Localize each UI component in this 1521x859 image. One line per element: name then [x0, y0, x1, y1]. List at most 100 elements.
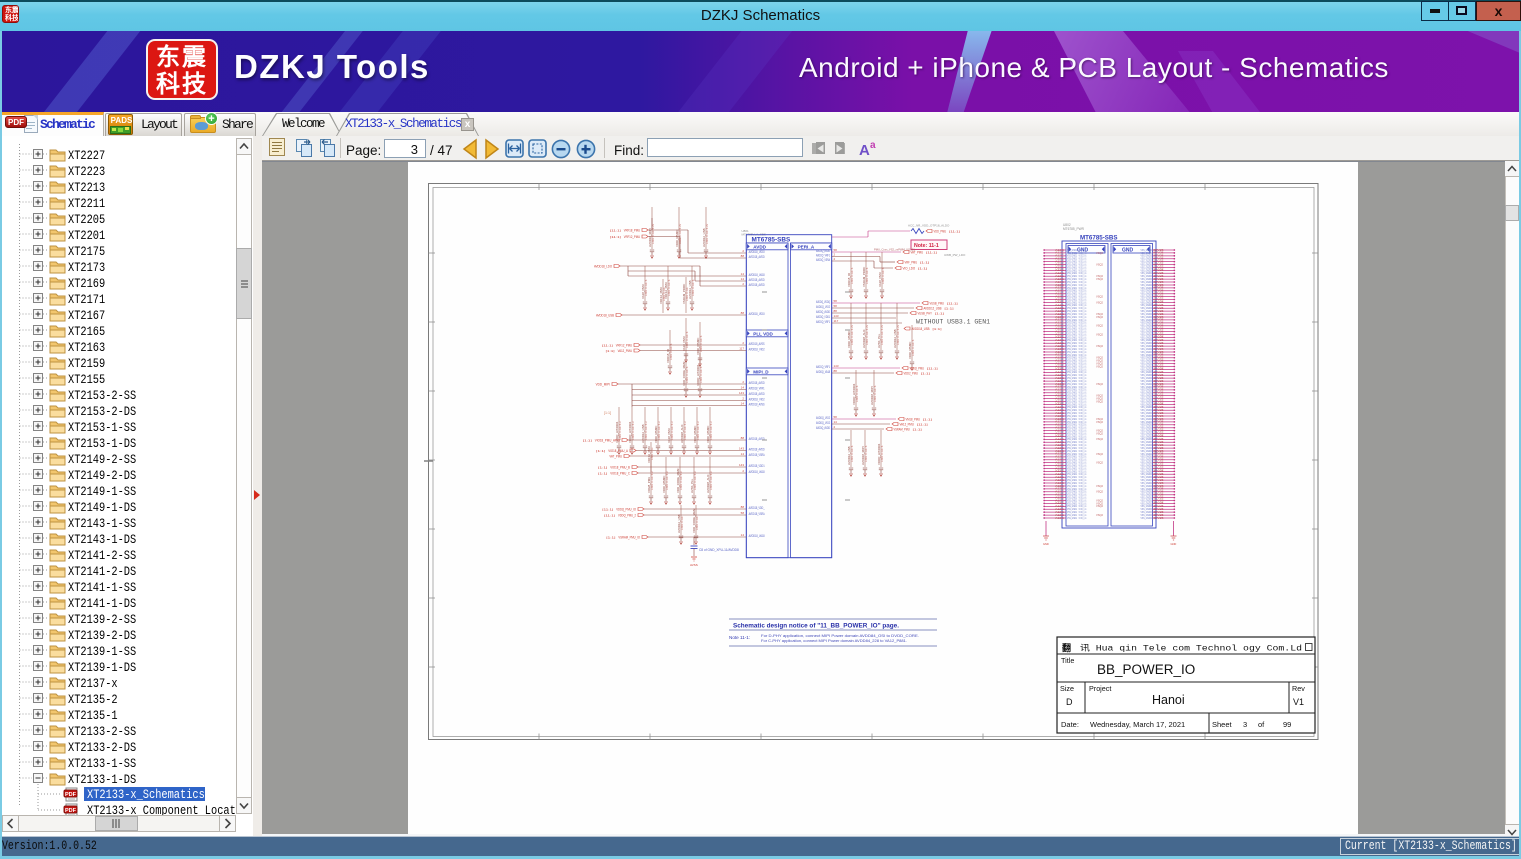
svg-text:143: 143 [834, 364, 839, 368]
svg-text:C801 0.1uF 6.3: C801 0.1uF 6.3 [709, 421, 713, 440]
svg-text:XT2137-x: XT2137-x [68, 677, 118, 691]
svg-text:WITHOUT USB3.1 GEN1: WITHOUT USB3.1 GEN1 [916, 319, 990, 326]
svg-text:VDD_MIPI: VDD_MIPI [596, 383, 610, 387]
svg-text:XT2143-1-DS: XT2143-1-DS [68, 533, 136, 547]
svg-text:AVSS: AVSS [690, 563, 698, 567]
svg-text:[11:1]: [11:1] [917, 423, 928, 427]
svg-text:C801 0.1uF 6.3: C801 0.1uF 6.3 [693, 471, 697, 490]
svg-text:C801 0.1uF 6.3: C801 0.1uF 6.3 [670, 421, 674, 440]
svg-text:2: 2 [742, 397, 744, 401]
svg-text:C801 0.1uF 6.: C801 0.1uF 6. [881, 267, 885, 284]
svg-text:[11:1]: [11:1] [604, 514, 615, 518]
svg-text:AVDD18_VA18: AVDD18_VA18 [749, 470, 765, 474]
svg-text:AVDD18_AVSS: AVDD18_AVSS [749, 403, 766, 407]
svg-text:AVDDQ_VIO2: AVDDQ_VIO2 [816, 421, 830, 425]
svg-text:XT2133-x_Schematics: XT2133-x_Schematics [87, 788, 205, 802]
svg-text:AVDDQ_VA18: AVDDQ_VA18 [816, 370, 830, 374]
svg-text:3: 3 [1243, 720, 1247, 729]
svg-text:C801 0.1uF 6.3V: C801 0.1uF 6.3V [865, 324, 869, 345]
svg-text:Date:: Date: [1061, 720, 1079, 729]
svg-text:AVDD18_VA18: AVDD18_VA18 [749, 534, 765, 538]
svg-text:143: 143 [739, 391, 744, 395]
svg-text:AVDD18_AVDD: AVDD18_AVDD [749, 283, 765, 287]
svg-text:[11:1]: [11:1] [927, 367, 938, 371]
svg-text:88: 88 [741, 311, 745, 315]
svg-text:58: 58 [834, 304, 838, 308]
svg-text:VSQ2: VSQ2 [1096, 504, 1104, 508]
svg-text:VSQ2: VSQ2 [1096, 431, 1104, 435]
svg-text:2: 2 [742, 249, 744, 253]
svg-text:58: 58 [834, 248, 838, 252]
svg-text:XT2139-2-SS: XT2139-2-SS [68, 613, 136, 627]
svg-text:C801 0.1uF 6.: C801 0.1uF 6. [911, 339, 915, 356]
svg-text:VDDQ_PMU_2: VDDQ_PMU_2 [618, 514, 636, 518]
svg-text:VSRAM_PMU: VSRAM_PMU [894, 428, 911, 432]
svg-text:D: D [1066, 697, 1073, 707]
svg-text:VSQ2: VSQ2 [1096, 399, 1104, 403]
svg-text:XT2165: XT2165 [68, 325, 105, 339]
svg-text:C801 0.1uF 6.: C801 0.1uF 6. [699, 335, 703, 352]
svg-text:VM18_PMU: VM18_PMU [906, 418, 921, 422]
svg-text:AVDD18_USB: AVDD18_USB [912, 327, 931, 331]
svg-text:C801 0.1uF 6.3: C801 0.1uF 6.3 [631, 421, 635, 440]
svg-text:88: 88 [741, 254, 745, 258]
svg-text:[1:1]: [1:1] [918, 267, 927, 271]
svg-text:AVDD18_VDDI: AVDD18_VDDI [749, 312, 765, 316]
svg-text:VSQ2: VSQ2 [1096, 382, 1104, 386]
svg-text:143: 143 [739, 447, 744, 451]
svg-text:AVDD18_AVDD: AVDD18_AVDD [749, 381, 765, 385]
svg-text:XT2143-1-SS: XT2143-1-SS [68, 517, 136, 531]
svg-text:AVDD18_VSRA: AVDD18_VSRA [749, 453, 766, 457]
svg-text:XT2163: XT2163 [68, 341, 105, 355]
svg-text:14: 14 [834, 420, 838, 424]
svg-text:AVDDQ_AVDD: AVDDQ_AVDD [816, 310, 830, 314]
svg-text:VSQ2: VSQ2 [1096, 251, 1104, 255]
svg-text:C801 0.1uF: C801 0.1uF [685, 287, 689, 301]
svg-text:AVDD18_LDO: AVDD18_LDO [594, 265, 612, 269]
svg-text:XT2155: XT2155 [68, 373, 105, 387]
svg-text:XT2171: XT2171 [68, 293, 105, 307]
svg-text:VDDQ_PMU: VDDQ_PMU [910, 367, 925, 371]
svg-text:B7V25: B7V25 [1154, 516, 1165, 520]
svg-text:C801 0.1uF 6.: C801 0.1uF 6. [850, 267, 854, 284]
svg-text:C801 0.1uF 6.: C801 0.1uF 6. [865, 267, 869, 284]
svg-text:MT6785-SBS: MT6785-SBS [752, 236, 791, 243]
svg-text:GND: GND [1043, 542, 1049, 546]
svg-text:AVDDQ_VRF1: AVDDQ_VRF1 [816, 320, 830, 324]
svg-text:C801 0.1uF 6.: C801 0.1uF 6. [644, 279, 648, 296]
svg-text:143: 143 [834, 314, 839, 318]
svg-text:AVDD18_VRF1: AVDD18_VRF1 [749, 387, 765, 391]
svg-text:AVDD18_AVSS: AVDD18_AVSS [749, 342, 766, 346]
svg-text:2: 2 [742, 282, 744, 286]
svg-text:A12C: A12C [1055, 516, 1064, 520]
svg-text:[1:1]: [1:1] [596, 449, 605, 453]
svg-text:AVDD: AVDD [753, 244, 766, 249]
svg-text:PERI_A: PERI_A [798, 244, 815, 249]
svg-text:a: a [870, 140, 876, 151]
svg-text:58: 58 [741, 511, 745, 515]
svg-text:14: 14 [741, 402, 745, 406]
svg-text:XT2227: XT2227 [68, 149, 105, 163]
svg-text:58: 58 [834, 299, 838, 303]
svg-text:C801 0.1uF 6.3V: C801 0.1uF 6.3V [651, 223, 655, 244]
svg-text:AVDD18_VA18: AVDD18_VA18 [749, 273, 765, 277]
svg-text:MT6785_PWR: MT6785_PWR [1063, 227, 1085, 231]
svg-text:XT2133-2-SS: XT2133-2-SS [68, 725, 136, 739]
svg-text:VIO_LDO: VIO_LDO [903, 267, 916, 271]
svg-text:AVDD18_AVDD: AVDD18_AVDD [749, 278, 765, 282]
svg-text:AVDD18_VSRA: AVDD18_VSRA [749, 512, 766, 516]
svg-text:XT2169: XT2169 [68, 277, 105, 291]
svg-text:GND: GND [1171, 542, 1177, 546]
svg-text:XT2133-1-DS: XT2133-1-DS [68, 773, 136, 787]
svg-text:XT2211: XT2211 [68, 197, 105, 211]
svg-text:XT2173: XT2173 [68, 261, 105, 275]
svg-text:C801 0.1uF: C801 0.1uF [695, 516, 699, 530]
svg-text:AVDD18_AVDD: AVDD18_AVDD [749, 448, 765, 452]
svg-text:XT2141-2-SS: XT2141-2-SS [68, 549, 136, 563]
svg-text:VSQ2: VSQ2 [1096, 332, 1104, 336]
svg-text:VSQ2: VSQ2 [1096, 452, 1104, 456]
svg-text:[11:1]: [11:1] [610, 235, 621, 239]
svg-text:VDDQ_PMU_IO: VDDQ_PMU_IO [616, 508, 636, 512]
svg-text:VSQ2: VSQ2 [1096, 513, 1104, 517]
svg-text:Note 11-1:: Note 11-1: [729, 635, 750, 640]
